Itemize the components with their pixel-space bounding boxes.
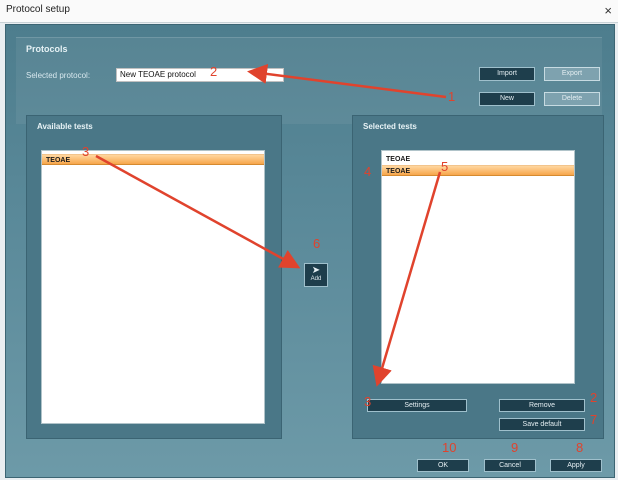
selected-tests-header: Selected tests [363, 122, 417, 131]
title-bar: Protocol setup × [0, 0, 618, 23]
settings-button[interactable]: Settings [367, 399, 467, 412]
annotation-number: 1 [448, 89, 456, 104]
selected-tests-list[interactable]: TEOAE TEOAE [381, 150, 575, 384]
annotation-number: 7 [590, 412, 598, 427]
cancel-button[interactable]: Cancel [484, 459, 536, 472]
import-button[interactable]: Import [479, 67, 535, 81]
window-title: Protocol setup [6, 4, 70, 15]
available-tests-header: Available tests [37, 122, 93, 131]
selected-protocol-label: Selected protocol: [26, 71, 91, 80]
new-button[interactable]: New [479, 92, 535, 106]
close-icon[interactable]: × [604, 3, 612, 18]
selected-protocol-field[interactable]: New TEOAE protocol [116, 68, 284, 82]
annotation-number: 2 [590, 390, 598, 405]
annotation-number: 5 [441, 159, 449, 174]
selected-tests-panel: Selected tests TEOAE TEOAE Settings Remo… [352, 115, 604, 439]
annotation-number: 2 [210, 64, 218, 79]
annotation-number: 3 [82, 144, 90, 159]
apply-button[interactable]: Apply [550, 459, 602, 472]
protocol-setup-dialog: Protocols Selected protocol: New TEOAE p… [5, 24, 615, 478]
list-item[interactable]: TEOAE [382, 165, 574, 176]
remove-button[interactable]: Remove [499, 399, 585, 412]
add-button[interactable]: ➤ Add [304, 263, 328, 287]
ok-button[interactable]: OK [417, 459, 469, 472]
annotation-number: 10 [442, 440, 457, 455]
list-item[interactable]: TEOAE [42, 154, 264, 165]
available-tests-panel: Available tests TEOAE [26, 115, 282, 439]
add-arrow-icon: ➤ [311, 265, 321, 276]
annotation-number: 8 [576, 440, 584, 455]
annotation-number: 6 [313, 236, 321, 251]
annotation-number: 3 [364, 394, 372, 409]
list-item[interactable]: TEOAE [382, 154, 574, 165]
available-tests-list[interactable]: TEOAE [41, 150, 265, 424]
save-default-button[interactable]: Save default [499, 418, 585, 431]
add-button-label: Add [310, 276, 322, 282]
annotation-number: 4 [364, 164, 372, 179]
annotation-number: 9 [511, 440, 519, 455]
export-button[interactable]: Export [544, 67, 600, 81]
delete-button[interactable]: Delete [544, 92, 600, 106]
protocols-header: Protocols [26, 44, 68, 54]
protocols-section: Protocols Selected protocol: New TEOAE p… [16, 37, 602, 124]
